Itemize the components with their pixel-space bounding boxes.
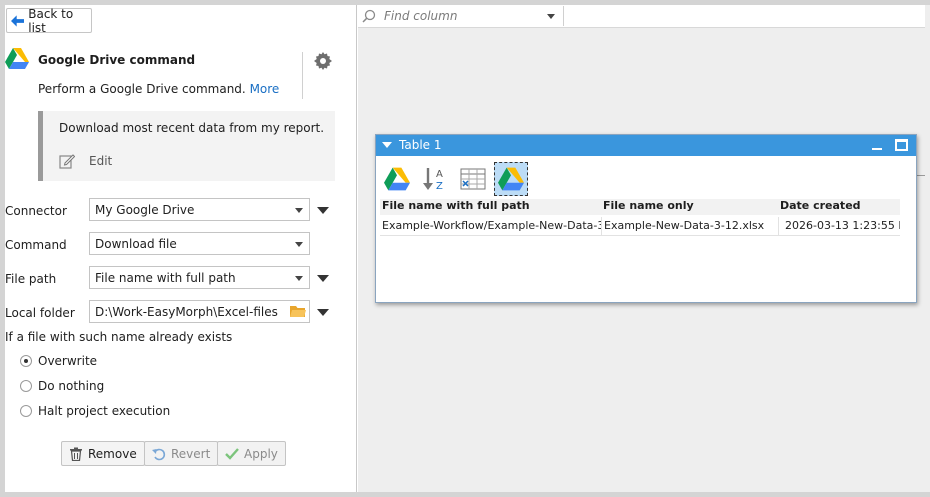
grid-header: File name with full path File name only …: [380, 199, 900, 215]
collapse-icon[interactable]: [382, 142, 392, 148]
google-drive-icon: [498, 167, 524, 191]
google-drive-icon: [384, 167, 410, 191]
apply-button[interactable]: Apply: [217, 441, 286, 466]
option-halt-label: Halt project execution: [38, 404, 171, 418]
revert-button[interactable]: Revert: [144, 441, 219, 466]
chevron-down-icon[interactable]: [547, 14, 555, 19]
command-title: Google Drive command: [38, 53, 196, 67]
local-folder-input[interactable]: D:\Work-EasyMorph\Excel-files: [89, 300, 310, 323]
command-select[interactable]: Download file: [89, 232, 310, 255]
find-column-bar[interactable]: Find column: [358, 5, 925, 28]
back-to-list-label: Back to list: [28, 6, 74, 35]
command-label: Command: [5, 238, 67, 252]
sort-tool[interactable]: A Z: [418, 162, 452, 196]
radio-do-nothing[interactable]: [20, 380, 32, 392]
remove-button-label: Remove: [88, 446, 137, 461]
file-path-label: File path: [5, 272, 57, 286]
apply-button-label: Apply: [244, 446, 278, 461]
revert-button-label: Revert: [171, 446, 211, 461]
google-drive-action-tool[interactable]: [380, 162, 414, 196]
chevron-down-icon: [295, 242, 303, 247]
properties-panel: Back to list Google Drive command Perfor…: [5, 5, 357, 492]
edit-icon[interactable]: [59, 153, 75, 169]
command-description-text: Perform a Google Drive command.: [38, 82, 246, 96]
option-overwrite[interactable]: Overwrite: [20, 354, 97, 368]
table-cell[interactable]: Example-New-Data-3-12.xlsx: [601, 217, 778, 235]
table-window[interactable]: Table 1 A Z File name with full path Fil…: [375, 134, 917, 303]
checkmark-icon: [225, 447, 239, 460]
google-drive-command-tool[interactable]: [494, 162, 528, 196]
column-header[interactable]: File name only: [601, 199, 778, 215]
table-cell[interactable]: Example-Workflow/Example-New-Data-3...: [380, 217, 601, 235]
find-separator: [563, 6, 564, 26]
minimize-icon[interactable]: [872, 148, 882, 150]
option-halt[interactable]: Halt project execution: [20, 404, 170, 418]
svg-text:Z: Z: [436, 181, 443, 192]
gear-icon[interactable]: [314, 52, 332, 70]
remove-button[interactable]: Remove: [61, 441, 145, 466]
connector-label: Connector: [5, 204, 67, 218]
table-split-icon: [460, 168, 486, 190]
file-path-value: File name with full path: [95, 270, 236, 285]
local-folder-label: Local folder: [5, 306, 75, 320]
arrow-left-icon: [11, 14, 25, 27]
edit-label[interactable]: Edit: [89, 154, 112, 168]
column-header[interactable]: Date created: [778, 199, 900, 215]
sort-az-icon: A Z: [423, 168, 443, 192]
split-columns-tool[interactable]: [456, 162, 490, 196]
connector-value: My Google Drive: [95, 202, 195, 217]
maximize-icon[interactable]: [895, 139, 908, 151]
file-exists-question: If a file with such name already exists: [5, 330, 233, 344]
file-path-select[interactable]: File name with full path: [89, 266, 310, 289]
app-frame: Back to list Google Drive command Perfor…: [0, 0, 930, 497]
local-folder-value: D:\Work-EasyMorph\Excel-files: [95, 304, 278, 319]
folder-icon[interactable]: [290, 305, 306, 318]
find-column-input[interactable]: Find column: [384, 9, 457, 23]
command-value: Download file: [95, 236, 177, 251]
radio-halt[interactable]: [20, 405, 32, 417]
option-do-nothing[interactable]: Do nothing: [20, 379, 104, 393]
note-box: Download most recent data from my report…: [38, 111, 335, 181]
more-link[interactable]: More: [250, 82, 280, 96]
local-folder-options-caret-icon[interactable]: [317, 309, 329, 316]
command-description: Perform a Google Drive command. More: [38, 82, 279, 96]
workflow-canvas[interactable]: Find column Table 1 A Z File name with f…: [358, 5, 930, 492]
option-overwrite-label: Overwrite: [38, 354, 98, 368]
connector-select[interactable]: My Google Drive: [89, 198, 310, 221]
chevron-down-icon: [295, 208, 303, 213]
table-row: Example-Workflow/Example-New-Data-3... E…: [380, 217, 900, 236]
file-path-options-caret-icon[interactable]: [317, 275, 329, 282]
header-separator: [302, 52, 303, 99]
trash-icon: [70, 447, 82, 461]
table-toolbar: A Z: [380, 161, 528, 197]
google-drive-icon: [5, 48, 29, 69]
note-text: Download most recent data from my report…: [59, 121, 325, 135]
undo-icon: [152, 448, 166, 460]
svg-text:A: A: [436, 169, 443, 180]
option-do-nothing-label: Do nothing: [38, 379, 105, 393]
search-icon: [362, 9, 376, 23]
back-to-list-button[interactable]: Back to list: [6, 6, 92, 35]
radio-overwrite[interactable]: [20, 355, 32, 367]
chevron-down-icon: [295, 276, 303, 281]
column-header[interactable]: File name with full path: [380, 199, 601, 215]
table-window-title: Table 1: [399, 138, 442, 152]
table-cell[interactable]: 2026-03-13 1:23:55 PM: [778, 217, 900, 235]
table-window-titlebar[interactable]: Table 1: [376, 135, 916, 156]
connector-options-caret-icon[interactable]: [317, 207, 329, 214]
